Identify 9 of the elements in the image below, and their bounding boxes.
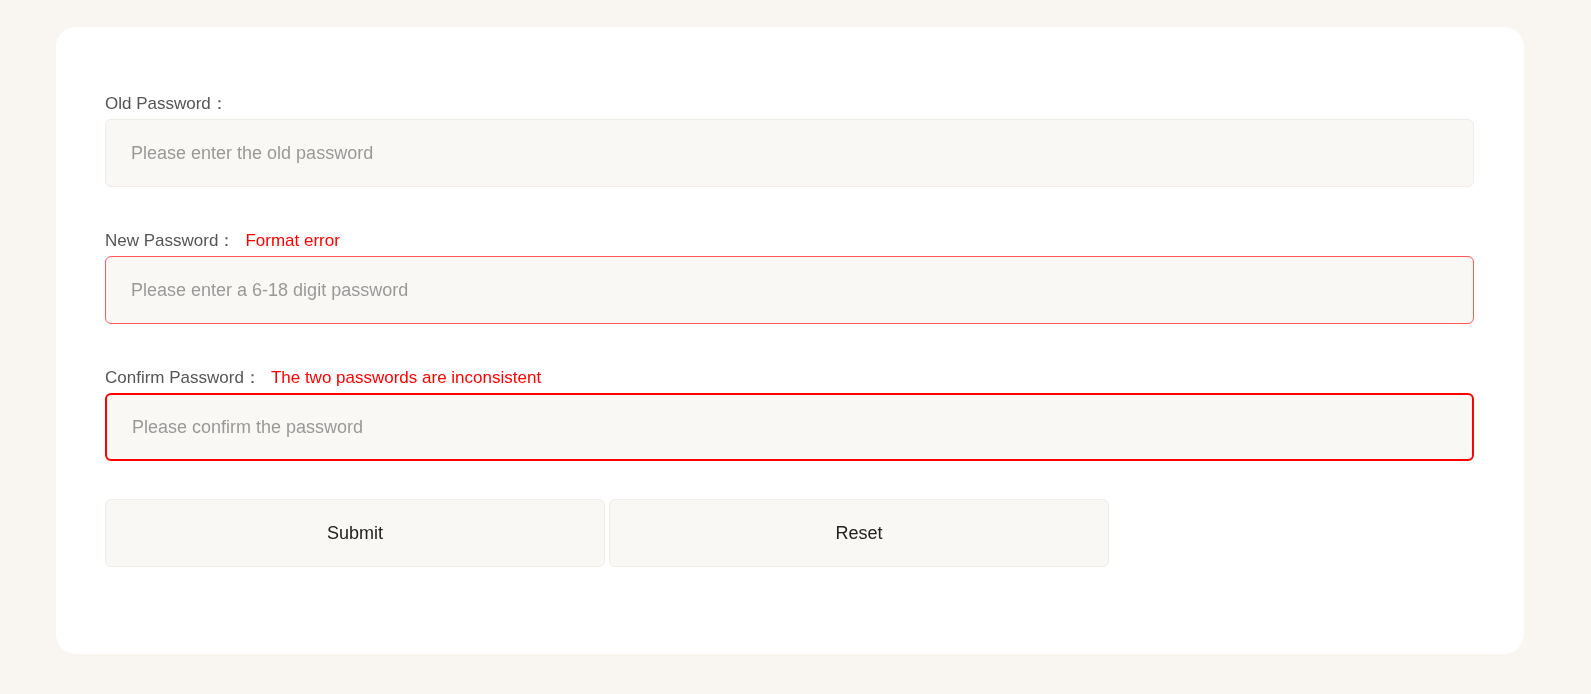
field-label: Old Password：: [105, 93, 228, 116]
form-button[interactable]: Submit: [105, 499, 605, 567]
error-message: Format error: [245, 230, 340, 253]
error-message: The two passwords are inconsistent: [270, 367, 542, 390]
field-label: Confirm Password：: [105, 367, 261, 390]
password-field[interactable]: Please confirm the password: [105, 393, 1474, 461]
field-label: New Password：: [105, 230, 236, 253]
password-field[interactable]: Please enter a 6-18 digit password: [105, 256, 1474, 324]
form-button[interactable]: Reset: [609, 499, 1109, 567]
